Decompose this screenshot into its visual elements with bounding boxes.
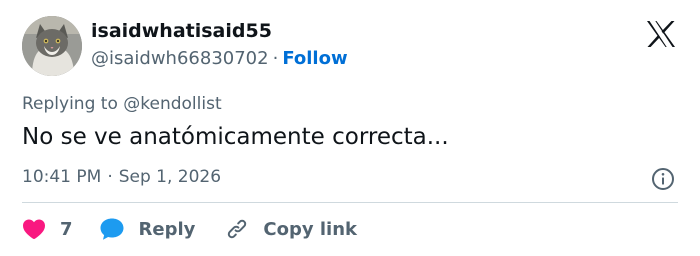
replying-to: Replying to @kendollist — [22, 94, 222, 114]
tweet-time: 10:41 PM — [22, 167, 102, 187]
tweet-card: isaidwhatisaid55 @isaidwh66830702 · Follow… — [0, 0, 700, 256]
speech-bubble-icon — [99, 217, 125, 241]
follow-button[interactable]: Follow — [282, 48, 347, 69]
reply-button[interactable]: Reply — [99, 217, 196, 241]
info-icon[interactable] — [651, 167, 675, 191]
link-icon — [225, 217, 249, 241]
tweet-timestamp[interactable]: 10:41 PM · Sep 1, 2026 — [22, 167, 221, 187]
tweet-text: No se ve anatómicamente correcta... — [22, 124, 449, 150]
user-handle[interactable]: @isaidwh66830702 — [91, 48, 269, 69]
timestamp-separator: · — [107, 167, 113, 187]
handle-separator: · — [272, 48, 279, 69]
copy-link-button[interactable]: Copy link — [225, 217, 357, 241]
replying-to-prefix: Replying to — [22, 94, 124, 114]
heart-icon — [22, 218, 46, 240]
replying-to-mention[interactable]: @kendollist — [123, 94, 221, 114]
handle-row: @isaidwh66830702 · Follow — [91, 48, 348, 69]
like-count: 7 — [60, 218, 73, 240]
reply-label: Reply — [138, 218, 196, 240]
avatar[interactable] — [22, 16, 82, 76]
action-bar: 7 Reply Copy link — [22, 214, 357, 244]
divider — [22, 202, 678, 203]
like-button[interactable]: 7 — [22, 218, 73, 240]
display-name[interactable]: isaidwhatisaid55 — [91, 20, 272, 42]
x-logo-icon[interactable] — [646, 20, 676, 48]
tweet-date: Sep 1, 2026 — [118, 167, 222, 187]
copy-link-label: Copy link — [263, 218, 357, 240]
